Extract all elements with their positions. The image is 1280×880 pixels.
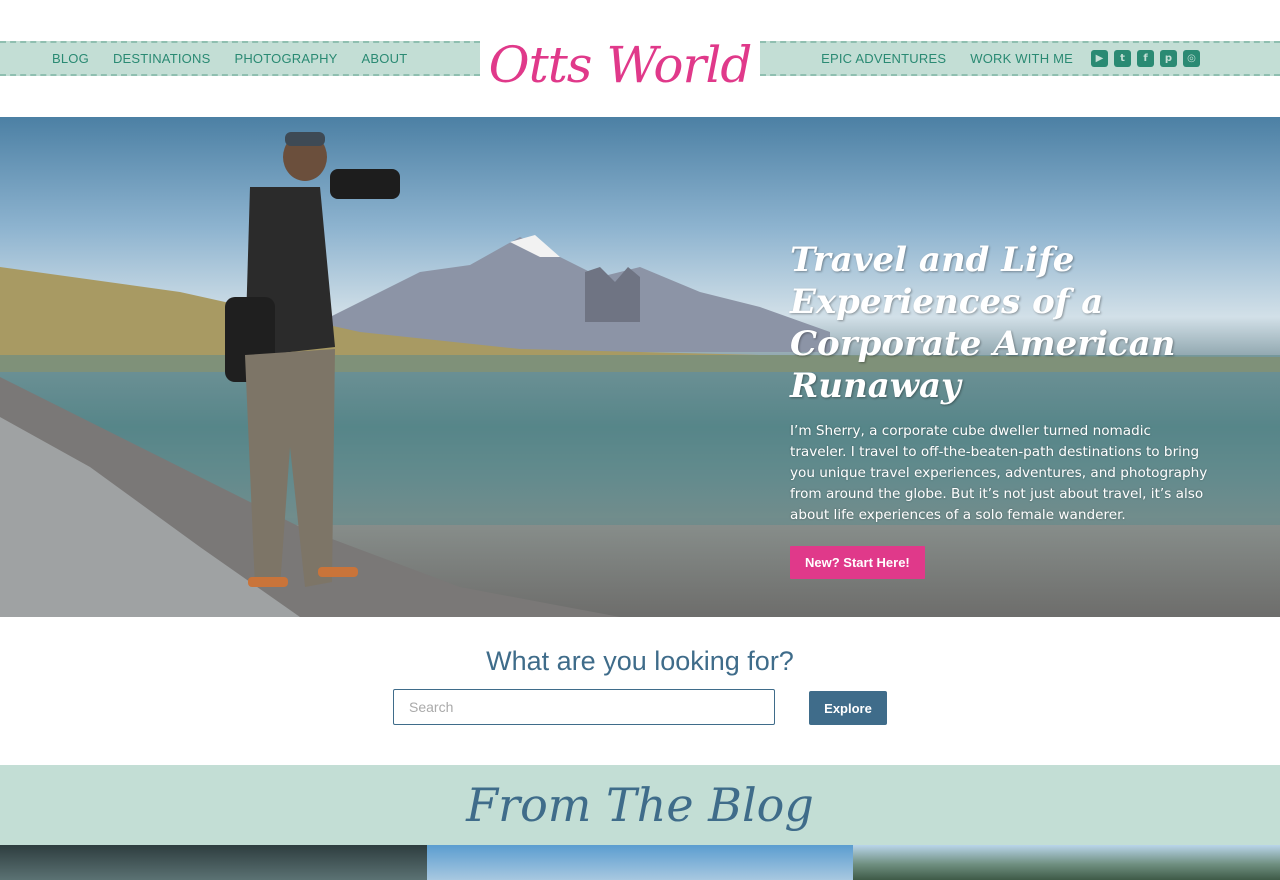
- nav-photography[interactable]: PHOTOGRAPHY: [234, 51, 337, 66]
- hero-banner: Travel and Life Experiences of a Corpora…: [0, 117, 1280, 617]
- pinterest-icon[interactable]: p: [1160, 50, 1177, 67]
- explore-button[interactable]: Explore: [809, 691, 887, 725]
- nav-blog[interactable]: BLOG: [52, 51, 89, 66]
- nav-work-with-me[interactable]: WORK WITH ME: [970, 51, 1073, 66]
- search-input[interactable]: [393, 689, 775, 725]
- blog-thumbnail[interactable]: [0, 845, 427, 880]
- hero-paragraph: I’m Sherry, a corporate cube dweller tur…: [790, 423, 1208, 523]
- search-heading: What are you looking for?: [486, 646, 794, 676]
- primary-nav-right: EPIC ADVENTURES WORK WITH ME ▶ t f p ◎: [760, 41, 1280, 76]
- nav-about[interactable]: ABOUT: [362, 51, 408, 66]
- blog-thumbnails: [0, 845, 1280, 880]
- hero-title: Travel and Life Experiences of a Corpora…: [790, 240, 1176, 406]
- blog-title: From The Blog: [466, 778, 814, 832]
- site-logo[interactable]: Otts World: [480, 34, 760, 96]
- primary-nav-left: BLOG DESTINATIONS PHOTOGRAPHY ABOUT: [0, 41, 480, 76]
- youtube-icon[interactable]: ▶: [1091, 50, 1108, 67]
- nav-epic-adventures[interactable]: EPIC ADVENTURES: [821, 51, 946, 66]
- site-header: BLOG DESTINATIONS PHOTOGRAPHY ABOUT Otts…: [0, 0, 1280, 117]
- facebook-icon[interactable]: f: [1137, 50, 1154, 67]
- blog-section-header: From The Blog: [0, 765, 1280, 845]
- instagram-icon[interactable]: ◎: [1183, 50, 1200, 67]
- blog-thumbnail[interactable]: [853, 845, 1280, 880]
- blog-thumbnail[interactable]: [426, 845, 854, 880]
- start-here-button[interactable]: New? Start Here!: [790, 546, 925, 579]
- social-links: ▶ t f p ◎: [1091, 50, 1200, 67]
- twitter-icon[interactable]: t: [1114, 50, 1131, 67]
- nav-destinations[interactable]: DESTINATIONS: [113, 51, 211, 66]
- hero-text-block: Travel and Life Experiences of a Corpora…: [790, 239, 1210, 579]
